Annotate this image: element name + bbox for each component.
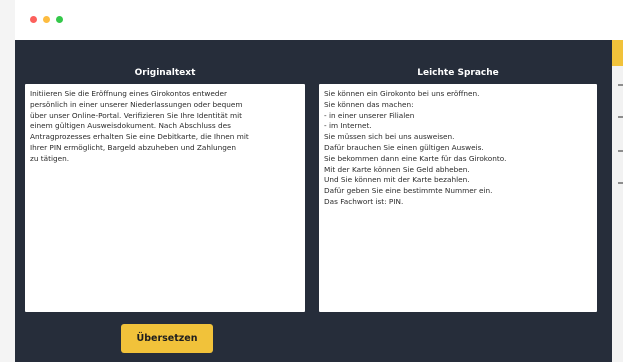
close-window-button[interactable]: [30, 16, 37, 23]
easy-language-line: - in einer unserer Filialen: [324, 110, 415, 120]
original-text-line: einem gültigen Ausweisdokument. Nach Abs…: [30, 121, 231, 131]
side-panel-tick: [618, 84, 623, 86]
easy-language-line: Sie müssen sich bei uns ausweisen.: [324, 132, 455, 142]
easy-language-line: Das Fachwort ist: PIN.: [324, 196, 404, 206]
easy-language-line: Sie können das machen:: [324, 99, 414, 109]
original-text-line: Ihrer PIN ermöglicht, Bargeld abzuheben …: [30, 142, 237, 152]
original-text-line: Initiieren Sie die Eröffnung eines Girok…: [30, 89, 227, 98]
translate-button[interactable]: Übersetzen: [121, 324, 213, 353]
original-text-line: Antragprozesses erhalten Sie eine Debitk…: [30, 132, 249, 142]
side-panel-accent: [612, 40, 623, 66]
original-text-line: über unser Online-Portal. Verifizieren S…: [30, 110, 243, 120]
window-titlebar: [15, 0, 623, 40]
easy-language-line: Sie bekommen dann eine Karte für das Gir…: [324, 153, 507, 163]
side-panel: [612, 40, 623, 362]
easy-language-line: - im Internet.: [324, 121, 372, 131]
original-text-line: persönlich in einer unserer Niederlassun…: [30, 99, 243, 109]
easy-language-text-area[interactable]: Sie können ein Girokonto bei uns eröffne…: [319, 84, 597, 312]
easy-language-heading: Leichte Sprache: [417, 68, 499, 78]
easy-language-line: Sie können ein Girokonto bei uns eröffne…: [324, 89, 480, 98]
original-text-area[interactable]: Initiieren Sie die Eröffnung eines Girok…: [25, 84, 305, 312]
maximize-window-button[interactable]: [56, 16, 63, 23]
side-panel-tick: [618, 116, 623, 118]
original-text-heading: Originaltext: [134, 68, 196, 78]
easy-language-line: Dafür geben Sie eine bestimmte Nummer ei…: [324, 186, 493, 196]
side-panel-tick: [618, 182, 623, 184]
easy-language-line: Dafür brauchen Sie einen gültigen Auswei…: [324, 142, 484, 152]
side-panel-tick: [618, 150, 623, 152]
easy-language-line: Und Sie können mit der Karte bezahlen.: [324, 175, 470, 185]
original-text-line: zu tätigen.: [30, 153, 70, 163]
easy-language-line: Mit der Karte können Sie Geld abheben.: [324, 164, 470, 174]
minimize-window-button[interactable]: [43, 16, 50, 23]
